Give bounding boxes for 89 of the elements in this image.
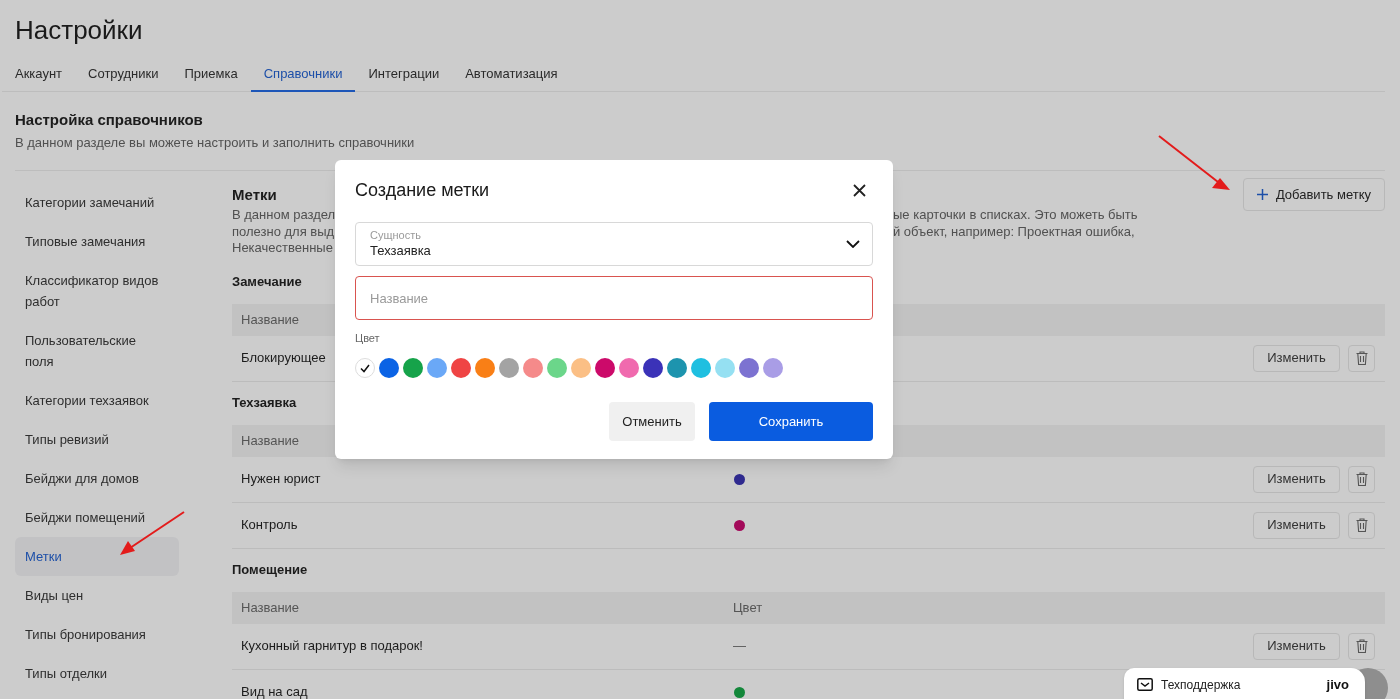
sidebar-item[interactable]: Бейджи для домов bbox=[15, 459, 179, 498]
edit-button[interactable]: Изменить bbox=[1253, 344, 1340, 372]
check-icon bbox=[360, 363, 370, 373]
description-text: Некачественные bbox=[232, 240, 334, 257]
column-header: Цвет bbox=[733, 598, 763, 617]
edit-button[interactable]: Изменить bbox=[1253, 465, 1340, 493]
color-swatch[interactable] bbox=[667, 358, 687, 378]
sidebar-item[interactable]: Типы ревизий bbox=[15, 420, 179, 459]
color-swatch[interactable] bbox=[763, 358, 783, 378]
color-swatch[interactable] bbox=[379, 358, 399, 378]
arrow bbox=[1158, 135, 1230, 190]
dialog-title: Создание метки bbox=[355, 179, 490, 202]
sidebar-item[interactable]: Классификатор видов работ bbox=[15, 261, 179, 321]
color-swatch[interactable] bbox=[571, 358, 591, 378]
delete-button[interactable] bbox=[1348, 632, 1375, 660]
name-field[interactable]: Название bbox=[355, 276, 873, 320]
color-swatch[interactable] bbox=[619, 358, 639, 378]
tab[interactable]: Автоматизация bbox=[452, 58, 571, 92]
sidebar-item[interactable]: Типы бронирования bbox=[15, 615, 179, 654]
description-text: полезно для выд bbox=[232, 223, 335, 240]
add-tag-button[interactable]: Добавить метку bbox=[1242, 178, 1385, 211]
color-swatch[interactable] bbox=[715, 358, 735, 378]
color-swatch[interactable] bbox=[427, 358, 447, 378]
table-cell-text: Вид на сад bbox=[240, 683, 309, 699]
sidebar-item[interactable]: Типовые замечания bbox=[15, 222, 179, 261]
support-widget[interactable]: Техподдержка jivo bbox=[1124, 668, 1365, 699]
color-swatch[interactable] bbox=[475, 358, 495, 378]
table-cell-text: Кухонный гарнитур в подарок! bbox=[240, 637, 424, 656]
column-header: Название bbox=[240, 310, 301, 329]
section-subtitle: В данном разделе вы можете настроить и заполнить справочники bbox=[15, 134, 416, 152]
field-label: Цвет bbox=[355, 331, 380, 345]
content-title: Метки bbox=[232, 185, 277, 205]
group-title: Помещение bbox=[232, 560, 309, 579]
brand-logo: jivo bbox=[1326, 675, 1349, 694]
color-swatch[interactable] bbox=[691, 358, 711, 378]
table-cell-text: — bbox=[733, 637, 746, 656]
field-label: Сущность bbox=[370, 229, 422, 242]
envelope-icon bbox=[1137, 678, 1153, 691]
cancel-button[interactable]: Отменить bbox=[609, 402, 695, 441]
trash-icon bbox=[1355, 518, 1368, 532]
color-swatch[interactable] bbox=[547, 358, 567, 378]
column-header: Название bbox=[240, 598, 301, 617]
delete-button[interactable] bbox=[1348, 511, 1375, 539]
close-icon bbox=[852, 183, 866, 197]
table-cell-text: Блокирующее bbox=[240, 349, 327, 368]
description-text: ые карточки в списках. Это можеть быть bbox=[893, 207, 1138, 224]
trash-icon bbox=[1355, 472, 1368, 486]
color-swatch[interactable] bbox=[595, 358, 615, 378]
sidebar-item[interactable]: Пользовательские поля bbox=[15, 321, 179, 381]
column-header: Название bbox=[240, 431, 301, 450]
tab[interactable]: Справочники bbox=[250, 58, 356, 92]
close-button[interactable] bbox=[851, 182, 867, 198]
color-swatch[interactable] bbox=[355, 358, 375, 378]
sidebar-item[interactable]: Виды цен bbox=[15, 576, 179, 615]
table-cell-text: Контроль bbox=[240, 516, 299, 535]
color-swatch[interactable] bbox=[643, 358, 663, 378]
description-text: В данном раздел bbox=[232, 207, 335, 224]
tab[interactable]: Приемка bbox=[171, 58, 251, 92]
save-button[interactable]: Сохранить bbox=[709, 402, 873, 441]
color-swatch[interactable] bbox=[451, 358, 471, 378]
delete-button[interactable] bbox=[1348, 344, 1375, 372]
table-cell-text: Нужен юрист bbox=[240, 470, 322, 489]
sidebar-item[interactable]: Бейджи помещений bbox=[15, 498, 179, 537]
color-swatch[interactable] bbox=[499, 358, 519, 378]
support-label: Техподдержка bbox=[1161, 676, 1242, 694]
group-title: Техзаявка bbox=[232, 393, 298, 412]
sidebar-item[interactable]: Типы отделки bbox=[15, 654, 179, 693]
color-swatch[interactable] bbox=[739, 358, 759, 378]
trash-icon bbox=[1355, 351, 1368, 365]
description-text: й объект, например: Проектная ошибка, bbox=[893, 223, 1136, 240]
sidebar-item[interactable]: Категории замечаний bbox=[15, 183, 179, 222]
chevron-down-icon bbox=[846, 240, 860, 248]
color-swatch[interactable] bbox=[523, 358, 543, 378]
group-title: Замечание bbox=[232, 272, 303, 291]
entity-select[interactable]: Сущность Техзаявка bbox=[355, 222, 873, 266]
plus-icon bbox=[1256, 189, 1268, 200]
section-title: Настройка справочников bbox=[15, 110, 204, 130]
tab[interactable]: Сотрудники bbox=[75, 58, 172, 92]
tab[interactable]: Интеграции bbox=[355, 58, 453, 92]
color-swatch[interactable] bbox=[403, 358, 423, 378]
edit-button[interactable]: Изменить bbox=[1253, 632, 1340, 660]
sidebar-item[interactable]: Категории техзаявок bbox=[15, 381, 179, 420]
tab[interactable]: Аккаунт bbox=[2, 58, 76, 92]
field-value: Техзаявка bbox=[370, 242, 431, 259]
delete-button[interactable] bbox=[1348, 465, 1375, 493]
trash-icon bbox=[1355, 639, 1368, 653]
edit-button[interactable]: Изменить bbox=[1253, 511, 1340, 539]
page-title: Настройки bbox=[15, 14, 144, 46]
sidebar-item[interactable]: Метки bbox=[15, 537, 179, 576]
